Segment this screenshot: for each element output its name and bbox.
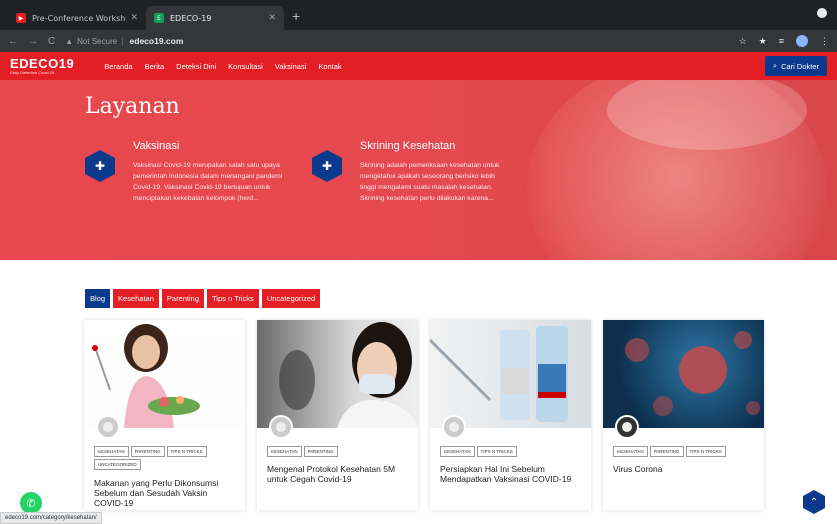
article-title[interactable]: Makanan yang Perlu Dikonsumsi Sebelum da… [94, 478, 237, 508]
tag-chip[interactable]: KESEHATAN [94, 446, 129, 457]
site-favicon-icon: E [154, 13, 164, 23]
tab-title: EDECO-19 [170, 13, 212, 23]
filter-uncategorized[interactable]: Uncategorized [261, 289, 321, 308]
tag-list: KESEHATAN PARENTING TIPS N TRICKS [613, 446, 758, 457]
tag-chip[interactable]: KESEHATAN [267, 446, 302, 457]
article-card[interactable]: KESEHATAN PARENTING Mengenal Protokol Ke… [257, 320, 418, 510]
services-hero: Layanan ✚ Vaksinasi Vaksinasi Covid-19 m… [0, 80, 837, 260]
tab-close-icon[interactable]: ✕ [268, 13, 276, 23]
extension-icon[interactable]: ★ [759, 36, 767, 47]
tag-chip[interactable]: KESEHATAN [440, 446, 475, 457]
browser-tabbar: ▶ Pre-Conference Workshop Pe ✕ E EDECO-1… [0, 0, 837, 30]
window-control-icon[interactable] [817, 8, 827, 18]
screening-icon: ✚ [312, 150, 342, 182]
kebab-menu-icon[interactable]: ⋮ [820, 36, 829, 47]
profile-icon[interactable] [796, 35, 808, 47]
article-title[interactable]: Mengenal Protokol Kesehatan 5M untuk Ceg… [267, 464, 410, 484]
tag-chip[interactable]: PARENTING [303, 446, 338, 457]
author-avatar [96, 415, 120, 439]
cari-dokter-button[interactable]: ⌕ Cari Dokter [764, 56, 827, 76]
menu-deteksi-dini[interactable]: Deteksi Dini [176, 62, 216, 71]
service-skrining[interactable]: ✚ Skrining Kesehatan Skrining adalah pem… [312, 140, 512, 204]
warning-icon: ▲ [65, 36, 74, 46]
status-url: edeco19.com/category/kesehatan/ [0, 512, 102, 524]
back-icon[interactable]: ← [8, 36, 18, 47]
reload-icon[interactable]: C [48, 36, 55, 47]
filter-blog[interactable]: Blog [85, 289, 111, 308]
new-tab-icon[interactable]: + [292, 8, 300, 24]
browser-tab-1[interactable]: ▶ Pre-Conference Workshop Pe ✕ [8, 6, 146, 30]
menu-kontak[interactable]: Kontak [318, 62, 341, 71]
menu-berita[interactable]: Berita [145, 62, 165, 71]
vaccination-icon: ✚ [85, 150, 115, 182]
whatsapp-icon[interactable]: ✆ [20, 492, 42, 514]
site-logo[interactable]: EDECO19 Early Detection Covid-19 [10, 57, 74, 75]
filter-tips[interactable]: Tips n Tricks [207, 289, 259, 308]
menu-vaksinasi[interactable]: Vaksinasi [275, 62, 307, 71]
tag-list: KESEHATAN PARENTING TIPS N TRICKS UNCATE… [94, 446, 239, 470]
service-vaksinasi[interactable]: ✚ Vaksinasi Vaksinasi Covid-19 merupakan… [85, 140, 285, 204]
filter-kesehatan[interactable]: Kesehatan [113, 289, 159, 308]
article-image [430, 320, 591, 428]
article-image [257, 320, 418, 428]
article-image [603, 320, 764, 428]
tag-chip[interactable]: KESEHATAN [613, 446, 648, 457]
tag-list: KESEHATAN TIPS N TRICKS [440, 446, 585, 457]
youtube-favicon-icon: ▶ [16, 13, 26, 23]
url-field[interactable]: edeco19.com [130, 36, 184, 46]
address-bar: ← → C ▲ Not Secure | edeco19.com ☆ ★ ≡ ⋮ [0, 30, 837, 52]
site-navbar: EDECO19 Early Detection Covid-19 Beranda… [0, 52, 837, 80]
scroll-top-icon[interactable]: ⌃ [803, 490, 825, 514]
browser-tab-2[interactable]: E EDECO-19 ✕ [146, 6, 284, 30]
tag-chip[interactable]: TIPS N TRICKS [476, 446, 517, 457]
search-icon: ⌕ [772, 61, 778, 70]
forward-icon[interactable]: → [28, 36, 38, 47]
author-avatar [615, 415, 639, 439]
tag-list: KESEHATAN PARENTING [267, 446, 412, 457]
article-image [84, 320, 245, 428]
playlist-icon[interactable]: ≡ [779, 36, 784, 46]
category-filters: Blog Kesehatan Parenting Tips n Tricks U… [85, 289, 321, 308]
tab-close-icon[interactable]: ✕ [130, 13, 138, 23]
author-avatar [269, 415, 293, 439]
filter-parenting[interactable]: Parenting [161, 289, 204, 308]
menu-beranda[interactable]: Beranda [104, 62, 132, 71]
tag-chip[interactable]: TIPS N TRICKS [685, 446, 726, 457]
article-card[interactable]: KESEHATAN PARENTING TIPS N TRICKS UNCATE… [84, 320, 245, 510]
tag-chip[interactable]: PARENTING [649, 446, 684, 457]
menu-konsultasi[interactable]: Konsultasi [228, 62, 263, 71]
tab-title: Pre-Conference Workshop Pe [32, 13, 126, 23]
main-menu: Beranda Berita Deteksi Dini Konsultasi V… [104, 62, 341, 71]
article-title[interactable]: Persiapkan Hal Ini Sebelum Mendapatkan V… [440, 464, 583, 484]
article-title[interactable]: Virus Corona [613, 464, 756, 474]
article-card[interactable]: KESEHATAN TIPS N TRICKS Persiapkan Hal I… [430, 320, 591, 510]
star-icon[interactable]: ☆ [739, 36, 747, 47]
tag-chip[interactable]: UNCATEGORIZED [94, 459, 141, 470]
page-title: Layanan [85, 94, 180, 119]
article-cards: KESEHATAN PARENTING TIPS N TRICKS UNCATE… [84, 320, 764, 510]
tag-chip[interactable]: TIPS N TRICKS [166, 446, 207, 457]
tag-chip[interactable]: PARENTING [130, 446, 165, 457]
article-card[interactable]: KESEHATAN PARENTING TIPS N TRICKS Virus … [603, 320, 764, 510]
security-label: Not Secure [77, 36, 118, 46]
author-avatar [442, 415, 466, 439]
